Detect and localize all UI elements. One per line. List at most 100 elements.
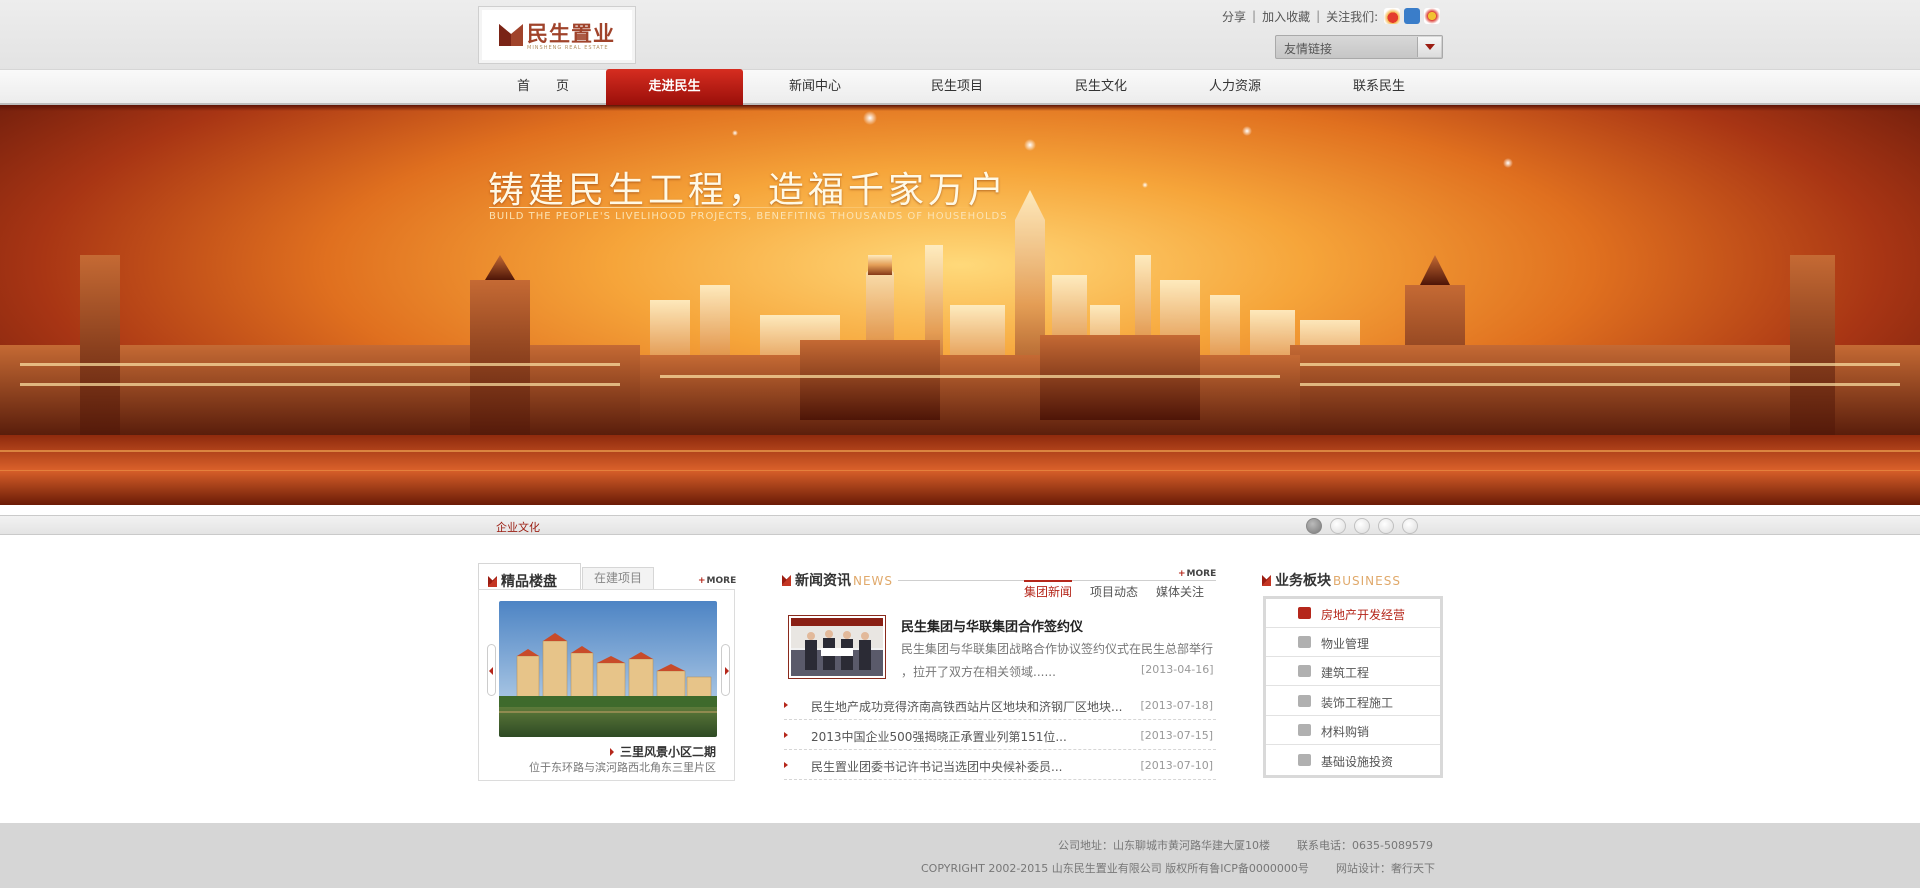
- logo-subtext: MINSHENG REAL ESTATE: [527, 45, 609, 51]
- business-section-title: 业务板块 BUSINESS: [1262, 570, 1401, 590]
- next-arrow-icon[interactable]: [721, 644, 730, 696]
- chevron-down-icon[interactable]: [1417, 37, 1441, 57]
- friend-links-value: 友情链接: [1284, 42, 1333, 56]
- weibo-icon[interactable]: [1384, 8, 1401, 24]
- banner-slogan-en: BUILD THE PEOPLE'S LIVELIHOOD PROJECTS, …: [489, 211, 1008, 222]
- header: 民生置业 MINSHENG REAL ESTATE 分享 | 加入收藏 | 关注…: [0, 0, 1920, 69]
- featured-property-desc: 位于东环路与滨河路西北角东三里片区: [529, 761, 716, 774]
- prev-arrow-icon[interactable]: [487, 644, 496, 696]
- business-item-label: 物业管理: [1321, 637, 1370, 651]
- business-item-infrastructure[interactable]: 基础设施投资: [1266, 746, 1440, 775]
- share-link[interactable]: 分享: [1222, 8, 1246, 25]
- footer-design-credit[interactable]: 网站设计：奢行天下: [1336, 860, 1435, 876]
- building-icon: [1298, 607, 1311, 619]
- news-headline-title[interactable]: 民生集团与华联集团合作签约仪: [901, 616, 1083, 635]
- business-list: 房地产开发经营 物业管理 建筑工程 装饰工程施工 材料购销 基础设施投资: [1263, 596, 1443, 778]
- separator: |: [1252, 9, 1257, 23]
- business-item-decoration[interactable]: 装饰工程施工: [1266, 687, 1440, 716]
- slide-caption-link[interactable]: 企业文化: [496, 519, 540, 535]
- qq-icon[interactable]: [1404, 8, 1421, 24]
- logo-text: 民生置业: [527, 21, 615, 46]
- slide-dot-5[interactable]: [1402, 518, 1418, 534]
- news-title-en: NEWS: [853, 574, 894, 588]
- nav-about[interactable]: 走进民生: [606, 69, 743, 105]
- social-icons: [1384, 8, 1441, 24]
- footer-copyright: COPYRIGHT 2002-2015 山东民生置业有限公司 版权所有鲁ICP备…: [921, 862, 1309, 875]
- news-item-date: [2013-07-10]: [1140, 759, 1213, 772]
- banner-slogan: 铸建民生工程，造福千家万户: [488, 170, 1009, 211]
- nav-home[interactable]: 首 页: [505, 70, 581, 104]
- news-tabs: 集团新闻 项目动态 媒体关注: [1024, 580, 1222, 600]
- tab-project-updates[interactable]: 项目动态: [1090, 581, 1138, 600]
- business-item-label: 建筑工程: [1321, 666, 1370, 680]
- news-item-date: [2013-07-18]: [1140, 699, 1213, 712]
- footer-phone: 联系电话：0635-5089579: [1297, 839, 1433, 852]
- separator: |: [1316, 9, 1321, 23]
- nav-projects[interactable]: 民生项目: [912, 70, 1002, 104]
- nav-contact[interactable]: 联系民生: [1334, 70, 1424, 104]
- footer-address: 公司地址：山东聊城市黄河路华建大厦10楼: [1058, 839, 1270, 852]
- slide-dot-4[interactable]: [1378, 518, 1394, 534]
- business-item-label: 房地产开发经营: [1321, 608, 1406, 622]
- news-headline-date: [2013-04-16]: [1141, 663, 1214, 676]
- brand-mark-icon: [1262, 575, 1271, 586]
- friend-links-select[interactable]: 友情链接: [1275, 35, 1443, 59]
- follow-us-label: 关注我们:: [1326, 9, 1379, 24]
- news-list-item[interactable]: 2013中国企业500强揭晓正承置业列第151位... [2013-07-15]: [784, 726, 1216, 750]
- slide-dot-3[interactable]: [1354, 518, 1370, 534]
- slide-dots: [1306, 518, 1418, 534]
- hero-banner[interactable]: 铸建民生工程，造福千家万户 BUILD THE PEOPLE'S LIVELIH…: [0, 105, 1920, 505]
- people-icon: [1298, 636, 1311, 648]
- featured-more-link[interactable]: MORE: [698, 576, 737, 586]
- footer: 公司地址：山东聊城市黄河路华建大厦10楼 联系电话：0635-5089579 C…: [0, 823, 1920, 888]
- bullet-icon: [784, 732, 788, 738]
- add-favorite-link[interactable]: 加入收藏: [1262, 8, 1310, 25]
- news-headline-summary-cont: ，拉开了双方在相关领域......: [901, 665, 1056, 679]
- news-item-title[interactable]: 2013中国企业500强揭晓正承置业列第151位...: [811, 728, 1067, 745]
- business-item-property-mgmt[interactable]: 物业管理: [1266, 628, 1440, 657]
- news-item-date: [2013-07-15]: [1140, 729, 1213, 742]
- business-item-materials[interactable]: 材料购销: [1266, 716, 1440, 745]
- business-item-label: 装饰工程施工: [1321, 696, 1394, 710]
- business-item-label: 材料购销: [1321, 725, 1370, 739]
- construction-icon: [1298, 665, 1311, 677]
- business-title-cn: 业务板块: [1275, 573, 1331, 589]
- tab-group-news[interactable]: 集团新闻: [1024, 580, 1073, 600]
- news-photo: [791, 618, 883, 676]
- brand-mark-icon: [782, 575, 791, 586]
- news-section-title: 新闻资讯 NEWS: [782, 570, 893, 590]
- decoration-icon: [1298, 695, 1311, 707]
- featured-title: 精品楼盘: [501, 574, 557, 590]
- slide-dot-2[interactable]: [1330, 518, 1346, 534]
- news-item-title[interactable]: 民生置业团委书记许书记当选团中央候补委员...: [811, 758, 1062, 775]
- nav-hr[interactable]: 人力资源: [1190, 70, 1280, 104]
- top-links: 分享 | 加入收藏 | 关注我们:: [1222, 7, 1441, 25]
- bullet-icon: [784, 702, 788, 708]
- business-title-en: BUSINESS: [1333, 574, 1401, 588]
- news-headline-thumbnail[interactable]: [788, 615, 886, 679]
- cart-icon: [1298, 724, 1311, 736]
- property-image: [499, 601, 717, 737]
- bullet-icon: [784, 762, 788, 768]
- logo-mark-icon: [499, 24, 523, 46]
- slide-dot-1[interactable]: [1306, 518, 1322, 534]
- logo[interactable]: 民生置业 MINSHENG REAL ESTATE: [478, 6, 636, 64]
- qzone-icon[interactable]: [1424, 8, 1441, 24]
- slide-bar: 企业文化: [0, 515, 1920, 535]
- news-list-item[interactable]: 民生地产成功竞得济南高铁西站片区地块和济钢厂区地块... [2013-07-18…: [784, 696, 1216, 720]
- tab-projects-under-construction[interactable]: 在建项目: [582, 567, 654, 589]
- news-list-item[interactable]: 民生置业团委书记许书记当选团中央候补委员... [2013-07-10]: [784, 756, 1216, 780]
- slogan-divider: [489, 207, 989, 208]
- nav-news[interactable]: 新闻中心: [770, 70, 860, 104]
- business-item-real-estate[interactable]: 房地产开发经营: [1266, 599, 1440, 628]
- news-title-cn: 新闻资讯: [795, 573, 851, 589]
- featured-property-photo[interactable]: [499, 601, 717, 737]
- news-headline-summary: 民生集团与华联集团战略合作协议签约仪式在民生总部举行: [901, 642, 1214, 656]
- news-more-link[interactable]: MORE: [1178, 569, 1217, 579]
- news-item-title[interactable]: 民生地产成功竞得济南高铁西站片区地块和济钢厂区地块...: [811, 698, 1122, 715]
- tab-media-coverage[interactable]: 媒体关注: [1156, 581, 1204, 600]
- tab-featured-properties[interactable]: 精品楼盘: [478, 563, 581, 590]
- nav-culture[interactable]: 民生文化: [1056, 70, 1146, 104]
- business-item-construction[interactable]: 建筑工程: [1266, 657, 1440, 686]
- featured-property-name[interactable]: 三里风景小区二期: [610, 743, 716, 760]
